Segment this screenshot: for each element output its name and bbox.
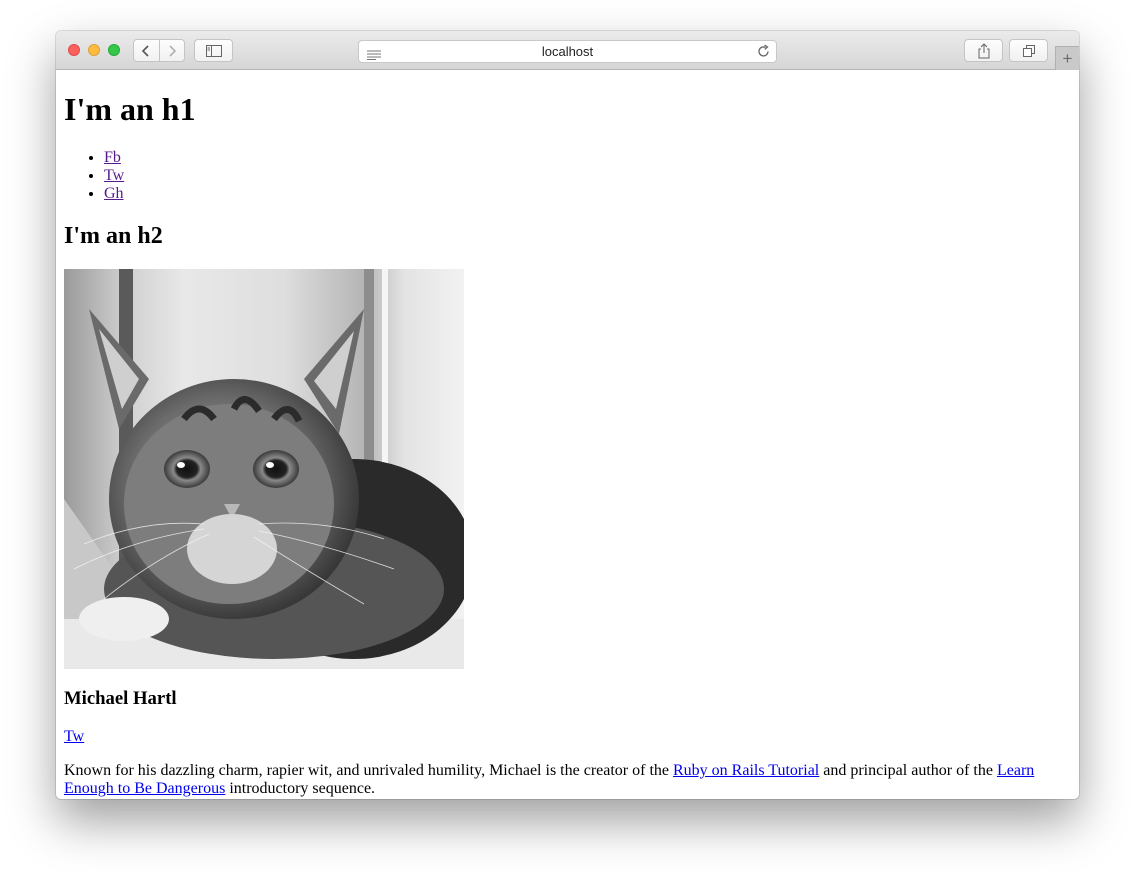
bio-text-2: and principal author of the [819, 762, 997, 779]
zoom-window-button[interactable] [108, 44, 120, 56]
chevron-left-icon [142, 44, 150, 57]
chevron-right-icon [169, 44, 177, 57]
new-tab-button[interactable]: + [1055, 46, 1079, 70]
bio-name: Michael Hartl [64, 688, 177, 709]
list-item: Gh [104, 185, 1071, 203]
minimize-window-button[interactable] [88, 44, 100, 56]
bio-twitter-link[interactable]: Tw [64, 728, 84, 745]
bio-social-paragraph: Tw [64, 728, 1071, 746]
forward-button[interactable] [158, 40, 184, 61]
back-button[interactable] [134, 40, 159, 61]
tabs-icon [1022, 44, 1035, 57]
reload-icon[interactable] [756, 44, 771, 64]
plus-icon: + [1062, 49, 1073, 68]
ruby-on-rails-tutorial-link[interactable]: Ruby on Rails Tutorial [673, 762, 819, 779]
navigation-buttons [133, 39, 185, 62]
list-item: Fb [104, 149, 1071, 167]
kitten-photo [64, 269, 464, 669]
address-bar[interactable]: localhost [358, 40, 777, 63]
bio-paragraph: Known for his dazzling charm, rapier wit… [64, 762, 1071, 798]
list-item: Tw [104, 167, 1071, 185]
social-link-gh[interactable]: Gh [104, 185, 124, 202]
url-text: localhost [541, 44, 594, 59]
close-window-button[interactable] [68, 44, 80, 56]
page-content: I'm an h1 Fb Tw Gh I'm an h2 [56, 70, 1079, 799]
browser-window: localhost + I'm an h1 Fb Tw Gh I'm an h2 [56, 31, 1079, 799]
social-link-tw[interactable]: Tw [104, 167, 124, 184]
sidebar-toggle-button[interactable] [194, 39, 233, 62]
tabs-overview-button[interactable] [1009, 39, 1048, 62]
bio-text-1: Known for his dazzling charm, rapier wit… [64, 762, 673, 779]
share-icon [978, 42, 989, 58]
social-link-fb[interactable]: Fb [104, 149, 121, 166]
bio-text-3: introductory sequence. [225, 780, 376, 797]
browser-toolbar: localhost + [56, 31, 1079, 70]
page-heading-h2: I'm an h2 [64, 223, 163, 249]
social-links-list: Fb Tw Gh [64, 149, 1071, 203]
share-button[interactable] [964, 39, 1003, 62]
sidebar-icon [205, 44, 222, 57]
page-heading-h1: I'm an h1 [64, 91, 196, 127]
